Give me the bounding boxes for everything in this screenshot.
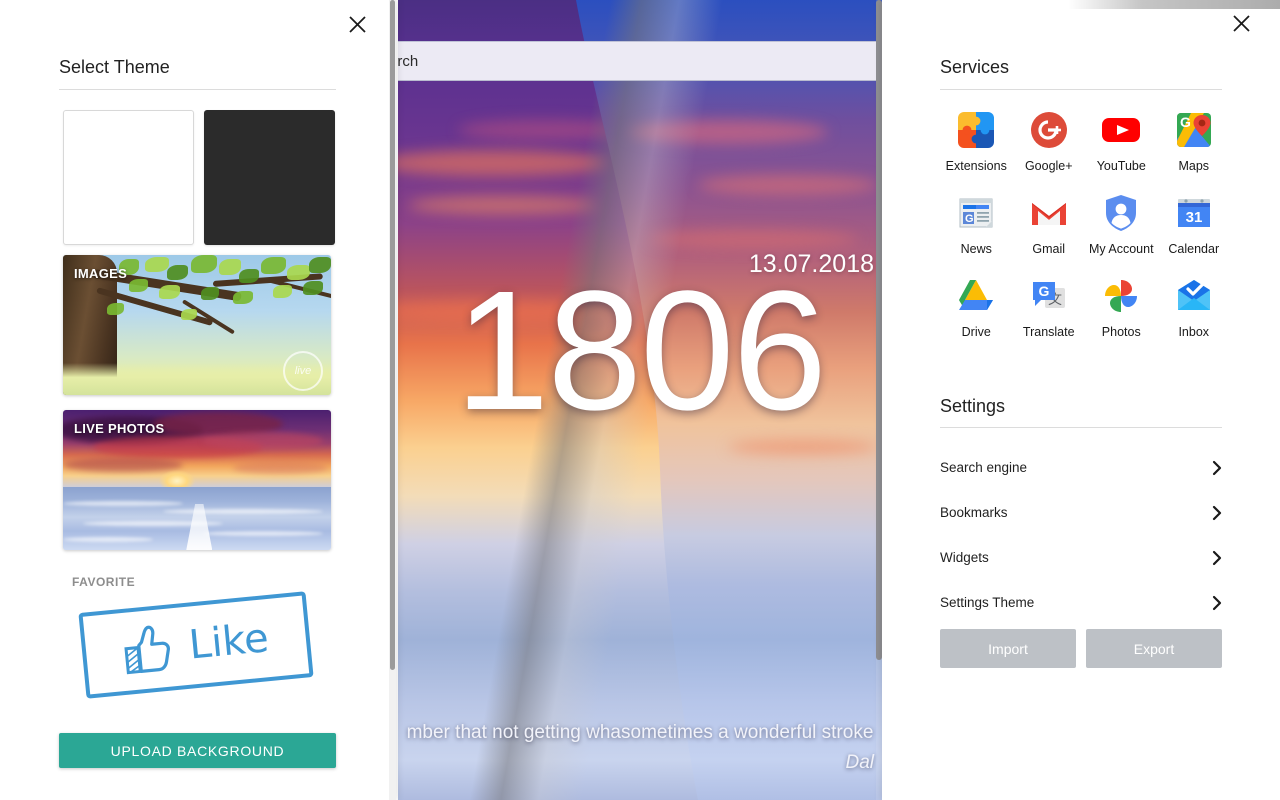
theme-swatch-light[interactable] — [63, 110, 194, 245]
service-google-plus[interactable]: Google+ — [1013, 108, 1086, 173]
settings-divider — [940, 427, 1222, 428]
newtab-quote-text: mber that not getting whasometimes a won… — [406, 722, 874, 743]
newtab-search-bar[interactable]: arch — [398, 41, 882, 81]
settings-item-label: Search engine — [940, 460, 1028, 475]
service-label: Extensions — [945, 159, 1007, 173]
photos-icon — [1105, 280, 1138, 312]
close-x-glyph — [1232, 14, 1250, 32]
service-label: Translate — [1022, 325, 1075, 339]
close-icon[interactable] — [342, 9, 372, 39]
google-plus-icon — [1030, 112, 1067, 148]
extensions-icon — [958, 112, 995, 148]
service-news[interactable]: G News — [940, 191, 1013, 256]
svg-text:31: 31 — [1185, 209, 1202, 226]
service-my-account[interactable]: My Account — [1085, 191, 1158, 256]
service-label: Gmail — [1032, 242, 1066, 256]
service-label: Drive — [961, 325, 991, 339]
service-label: My Account — [1088, 242, 1154, 256]
news-icon: G — [959, 198, 993, 228]
drive-icon — [959, 280, 994, 310]
theme-category-images[interactable]: live IMAGES — [63, 255, 331, 395]
settings-item-search-engine[interactable]: Search engine — [940, 445, 1222, 490]
select-theme-title: Select Theme — [59, 57, 170, 77]
theme-category-live-photos[interactable]: LIVE PHOTOS — [63, 410, 331, 550]
new-tab-page: arch 13.07.2018 1806 mber that not getti… — [398, 0, 882, 800]
settings-item-widgets[interactable]: Widgets — [940, 535, 1222, 580]
settings-item-settings-theme[interactable]: Settings Theme — [940, 580, 1222, 625]
settings-item-label: Widgets — [940, 550, 989, 565]
settings-item-bookmarks[interactable]: Bookmarks — [940, 490, 1222, 535]
services-settings-panel: Services Extensions Google+ YouTube G Ma… — [882, 0, 1280, 800]
service-label: Calendar — [1168, 242, 1220, 256]
chevron-right-icon — [1212, 595, 1222, 610]
service-translate[interactable]: 文 G Translate — [1013, 274, 1086, 339]
chevron-right-icon — [1212, 460, 1222, 475]
services-divider — [940, 89, 1222, 90]
svg-text:G: G — [1180, 114, 1191, 130]
service-inbox[interactable]: Inbox — [1158, 274, 1231, 339]
chevron-right-icon — [1212, 505, 1222, 520]
settings-list: Search engine Bookmarks Widgets Settings… — [940, 445, 1222, 625]
theme-swatch-dark[interactable] — [204, 110, 336, 245]
chevron-right-icon — [1212, 550, 1222, 565]
import-button[interactable]: Import — [940, 629, 1076, 668]
close-x-glyph — [348, 15, 366, 33]
service-extensions[interactable]: Extensions — [940, 108, 1013, 173]
translate-icon: 文 G — [1032, 282, 1065, 308]
youtube-icon — [1102, 118, 1141, 142]
settings-item-label: Settings Theme — [940, 595, 1035, 610]
service-label: YouTube — [1096, 159, 1146, 173]
service-label: Inbox — [1178, 325, 1210, 339]
title-divider — [59, 89, 336, 90]
service-gmail[interactable]: Gmail — [1013, 191, 1086, 256]
favorite-stamp-text: Like — [186, 615, 271, 669]
left-panel-scrollbar-thumb[interactable] — [390, 0, 395, 670]
favorite-label: FAVORITE — [72, 575, 136, 589]
maps-icon: G — [1176, 113, 1211, 147]
thumbs-up-icon — [124, 625, 171, 675]
services-grid: Extensions Google+ YouTube G Maps G News… — [940, 108, 1230, 339]
favorite-stamp[interactable]: Like — [62, 588, 334, 708]
service-label: Maps — [1178, 159, 1210, 173]
my-account-icon — [1106, 195, 1137, 231]
export-button[interactable]: Export — [1086, 629, 1222, 668]
settings-title: Settings — [940, 396, 1006, 416]
svg-text:G: G — [965, 213, 974, 225]
newtab-clock: 1806 — [454, 256, 827, 446]
import-export-row: Import Export — [940, 629, 1222, 668]
left-panel-scrollbar[interactable] — [389, 0, 396, 800]
close-icon[interactable] — [1226, 8, 1256, 38]
calendar-icon: 31 — [1177, 199, 1210, 227]
services-title: Services — [940, 57, 1010, 77]
service-label: Photos — [1101, 325, 1141, 339]
service-label: News — [960, 242, 992, 256]
newtab-quote-author: Dal — [845, 752, 874, 773]
service-maps[interactable]: G Maps — [1158, 108, 1231, 173]
service-drive[interactable]: Drive — [940, 274, 1013, 339]
upload-background-button[interactable]: UPLOAD BACKGROUND — [59, 733, 336, 768]
inbox-icon — [1177, 280, 1210, 310]
theme-category-images-label: IMAGES — [74, 266, 128, 281]
service-calendar[interactable]: 31 Calendar — [1158, 191, 1231, 256]
svg-text:G: G — [1038, 283, 1049, 299]
live-watermark-icon: live — [283, 351, 323, 391]
service-youtube[interactable]: YouTube — [1085, 108, 1158, 173]
theme-category-live-photos-label: LIVE PHOTOS — [74, 421, 165, 436]
newtab-search-placeholder: arch — [398, 52, 419, 70]
theme-swatch-row — [63, 110, 336, 245]
settings-item-label: Bookmarks — [940, 505, 1008, 520]
service-photos[interactable]: Photos — [1085, 274, 1158, 339]
gmail-icon — [1031, 203, 1066, 225]
screen: arch 13.07.2018 1806 mber that not getti… — [0, 0, 1280, 800]
service-label: Google+ — [1024, 159, 1073, 173]
select-theme-panel: Select Theme live IMAGES LIVE PHOTOS FAV… — [0, 0, 396, 800]
